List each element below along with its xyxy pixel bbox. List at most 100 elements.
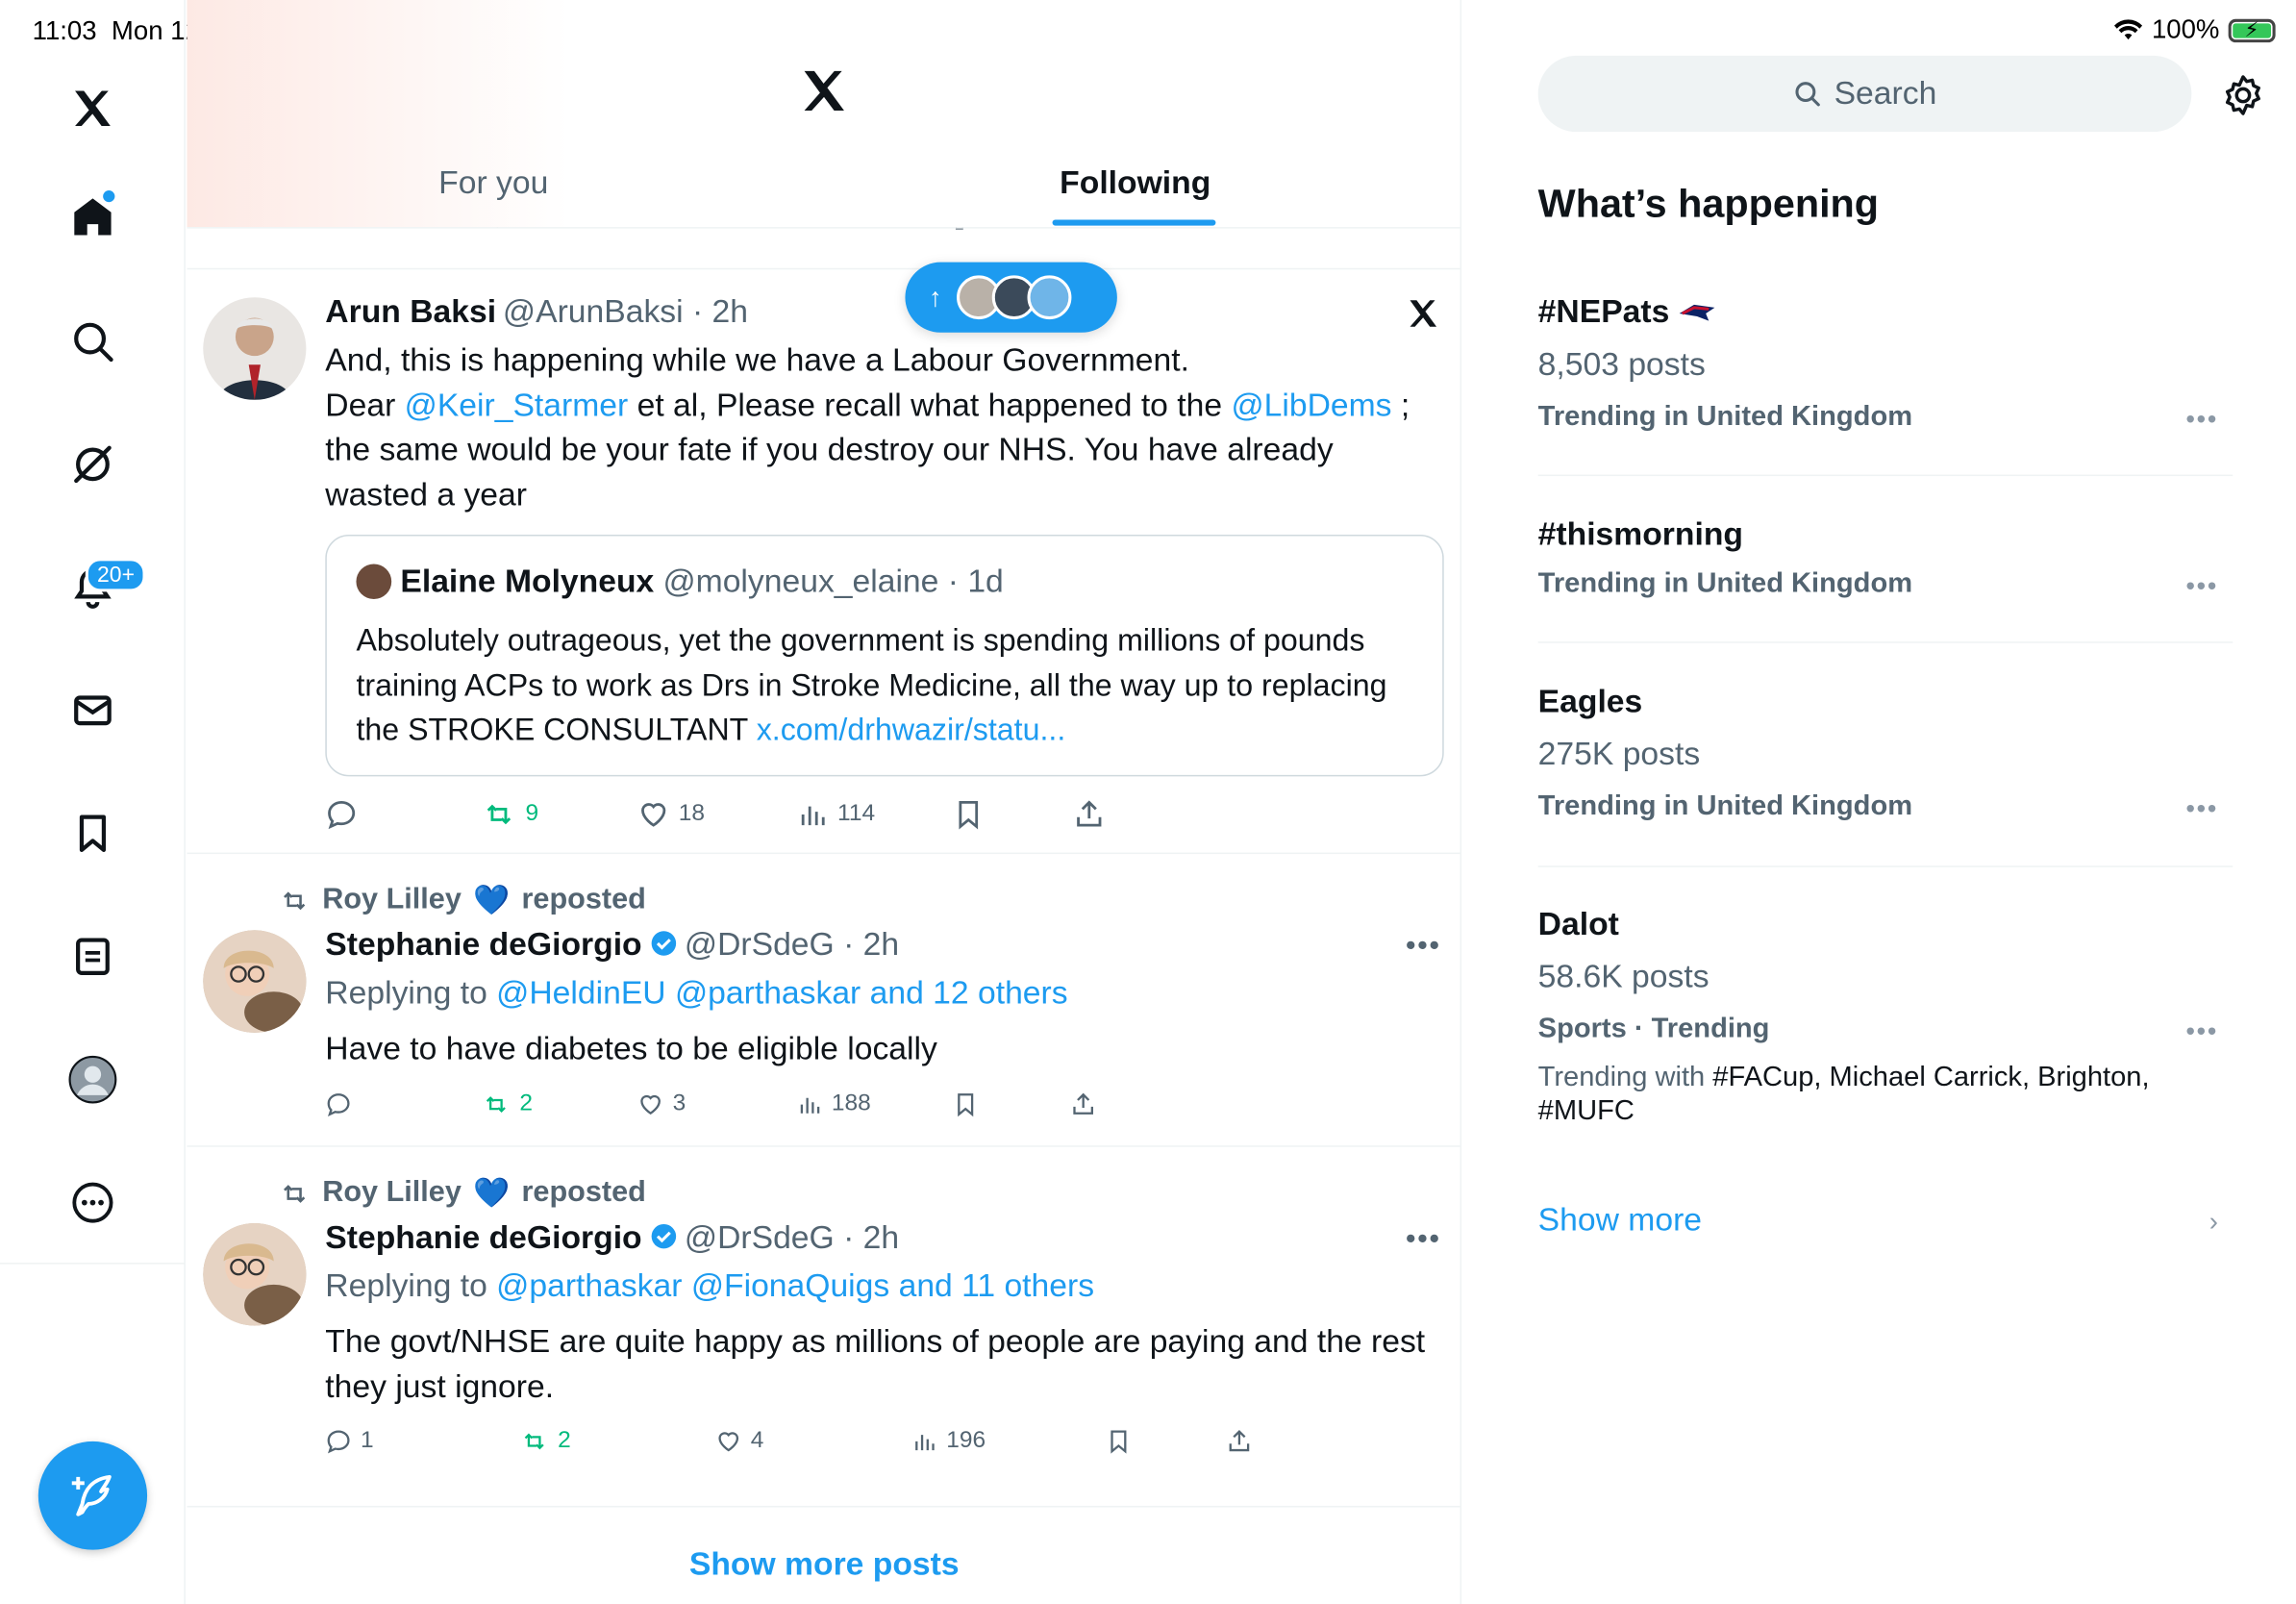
verified-badge-icon xyxy=(651,931,676,956)
bookmark-button[interactable] xyxy=(952,1091,979,1117)
repost-button[interactable]: 2 xyxy=(519,1428,571,1454)
author-name[interactable]: Stephanie deGiorgio xyxy=(325,1218,641,1255)
right-sidebar: Search What’s happening #NEPats 8,503 po… xyxy=(1463,0,2296,1604)
author-name[interactable]: Arun Baksi xyxy=(325,293,496,330)
like-count: 3 xyxy=(672,1090,686,1116)
trend-more-icon[interactable]: ••• xyxy=(2185,571,2218,602)
share-button[interactable] xyxy=(1073,798,1106,831)
quote-author-handle: @molyneux_elaine · 1d xyxy=(662,562,1004,600)
post-text: The govt/NHSE are quite happy as million… xyxy=(325,1322,1426,1405)
reposter-name[interactable]: Roy Lilley xyxy=(322,884,462,917)
author-handle: @DrSdeG · 2h xyxy=(684,925,900,963)
author-handle: @DrSdeG · 2h xyxy=(684,1218,900,1256)
trend-item[interactable]: #thismorning Trending in United Kingdom … xyxy=(1538,515,2234,600)
repost-button[interactable]: 9 xyxy=(482,798,539,831)
trend-context: Trending in United Kingdom xyxy=(1537,401,1913,433)
like-count: 18 xyxy=(678,801,705,827)
x-logo-icon xyxy=(1406,296,1441,338)
quote-link[interactable]: x.com/drhwazir/statu... xyxy=(757,714,1066,747)
blue-heart-icon: 💙 xyxy=(473,885,511,917)
trend-item[interactable]: Eagles 275K posts Trending in United Kin… xyxy=(1538,683,2234,823)
reply-button[interactable] xyxy=(325,1091,352,1117)
compose-feather-icon xyxy=(71,1474,112,1516)
show-more-link[interactable]: Show more xyxy=(1538,1201,1702,1240)
whats-happening-title: What’s happening xyxy=(1537,181,1880,226)
reposter-name[interactable]: Roy Lilley xyxy=(322,1176,462,1210)
home-icon[interactable] xyxy=(56,180,130,253)
repost-icon xyxy=(284,890,306,910)
x-logo-icon[interactable] xyxy=(56,72,130,145)
timeline-header: For you Following xyxy=(187,0,1460,229)
trend-more-icon[interactable]: ••• xyxy=(2185,1016,2218,1047)
new-post-avatar xyxy=(1027,275,1072,320)
post[interactable]: Roy Lilley 💙 reposted Stephanie deGiorgi… xyxy=(187,854,1460,1147)
lists-icon[interactable] xyxy=(56,920,130,993)
reply-button[interactable] xyxy=(325,798,358,831)
trending-with: Trending with #FACup, Michael Carrick, B… xyxy=(1537,1062,2150,1127)
more-options-icon[interactable]: ••• xyxy=(1406,930,1441,964)
repost-count: 2 xyxy=(519,1090,534,1116)
search-input[interactable]: Search xyxy=(1537,55,2192,133)
trend-context: Sports · Trending xyxy=(1537,1014,1770,1045)
repost-button[interactable]: 2 xyxy=(482,1091,533,1117)
gear-icon[interactable] xyxy=(2221,73,2265,124)
trend-more-icon[interactable]: ••• xyxy=(2185,404,2218,435)
verified-badge-icon xyxy=(651,1223,676,1249)
like-button[interactable]: 4 xyxy=(715,1428,763,1454)
avatar[interactable] xyxy=(203,297,307,400)
quoted-post[interactable]: Elaine Molyneux @molyneux_elaine · 1d Ab… xyxy=(325,535,1444,777)
grok-icon[interactable] xyxy=(56,428,130,501)
views-button[interactable]: 196 xyxy=(911,1428,986,1454)
compose-post-button[interactable] xyxy=(37,1441,148,1550)
profile-avatar-icon[interactable] xyxy=(56,1043,130,1116)
more-options-icon[interactable]: ••• xyxy=(1406,1223,1441,1257)
like-button[interactable]: 18 xyxy=(637,798,705,831)
trend-name: Eagles xyxy=(1537,682,1643,719)
views-button[interactable]: 114 xyxy=(796,798,875,831)
author-name[interactable]: Stephanie deGiorgio xyxy=(325,926,641,963)
tab-for-you[interactable]: For you xyxy=(438,164,548,203)
post-text: And, this is happening while we have a L… xyxy=(325,340,1410,513)
search-placeholder: Search xyxy=(1834,74,1937,112)
bookmark-button[interactable] xyxy=(1106,1428,1133,1454)
post[interactable]: Arun Baksi @ArunBaksi · 2h And, this is … xyxy=(187,269,1460,855)
more-options-icon[interactable] xyxy=(56,1166,130,1240)
trend-item[interactable]: Dalot 58.6K posts Sports · Trending Tren… xyxy=(1538,905,2234,1128)
views-button[interactable]: 188 xyxy=(796,1091,871,1117)
new-posts-pill[interactable]: ↑ xyxy=(905,262,1117,333)
chevron-right-icon: › xyxy=(2209,1207,2218,1237)
share-button[interactable] xyxy=(1070,1091,1097,1117)
avatar[interactable] xyxy=(203,930,307,1033)
reply-targets-link[interactable]: @HeldinEU @parthaskar and 12 others xyxy=(496,974,1067,1011)
like-button[interactable]: 3 xyxy=(637,1091,686,1117)
post-text: Have to have diabetes to be eligible loc… xyxy=(325,1029,937,1066)
arrow-up-icon: ↑ xyxy=(928,282,942,312)
tab-following[interactable]: Following xyxy=(1060,164,1210,203)
reply-count: 1 xyxy=(361,1428,374,1454)
trend-posts: 58.6K posts xyxy=(1537,958,1710,995)
trend-name: #thismorning xyxy=(1537,515,1743,553)
reply-button[interactable]: 1 xyxy=(325,1428,374,1454)
show-more-posts-button[interactable]: Show more posts xyxy=(187,1507,1460,1583)
search-icon[interactable] xyxy=(56,305,130,378)
notifications-badge: 20+ xyxy=(85,558,147,592)
trend-item[interactable]: #NEPats 8,503 posts Trending in United K… xyxy=(1538,293,2234,434)
repost-count: 2 xyxy=(558,1428,571,1454)
reply-targets-link[interactable]: @parthaskar @FionaQuigs and 11 others xyxy=(496,1267,1094,1304)
share-button[interactable] xyxy=(1226,1428,1253,1454)
mention-link[interactable]: @Keir_Starmer xyxy=(405,386,629,422)
bookmark-button[interactable] xyxy=(952,798,985,831)
view-count: 196 xyxy=(946,1428,986,1454)
replying-to: Replying to @parthaskar @FionaQuigs and … xyxy=(325,1266,1095,1304)
view-count: 188 xyxy=(831,1090,871,1116)
repost-count: 9 xyxy=(525,801,539,827)
post[interactable]: Roy Lilley 💙 reposted Stephanie deGiorgi… xyxy=(187,1147,1460,1508)
trend-more-icon[interactable]: ••• xyxy=(2185,794,2218,825)
divider xyxy=(1537,865,2234,867)
home-unread-dot xyxy=(103,190,115,203)
mention-link[interactable]: @LibDems xyxy=(1231,386,1391,422)
bookmarks-icon[interactable] xyxy=(56,797,130,870)
view-count: 114 xyxy=(837,801,876,827)
avatar[interactable] xyxy=(203,1222,307,1326)
messages-icon[interactable] xyxy=(56,674,130,747)
